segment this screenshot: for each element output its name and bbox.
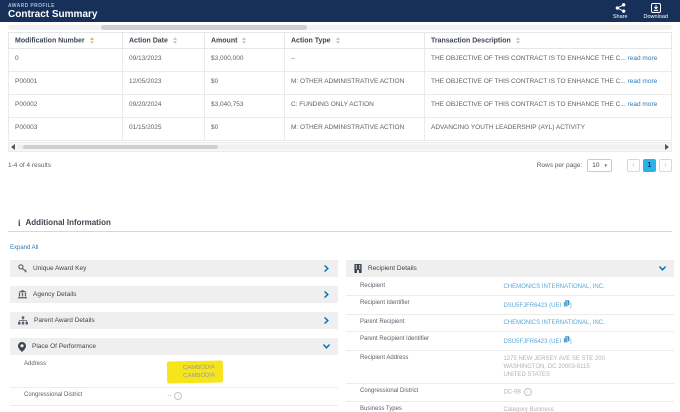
pagination-controls: Rows per page: 10 ▾ ‹ 1 › xyxy=(537,159,672,172)
chevron-down-icon xyxy=(659,265,666,272)
chevron-down-icon xyxy=(323,343,330,350)
parent-recipient-row: Parent Recipient CHEMONICS INTERNATIONAL… xyxy=(346,315,674,332)
page-title: Contract Summary xyxy=(8,9,97,20)
accordion-agency-details[interactable]: Agency Details xyxy=(10,286,338,303)
share-button[interactable]: Share xyxy=(613,3,628,20)
accordion-place-of-performance[interactable]: Place Of Performance xyxy=(10,338,338,355)
page-1-button[interactable]: 1 xyxy=(643,159,656,172)
scroll-right-arrow[interactable] xyxy=(665,144,669,150)
sitemap-icon xyxy=(18,316,28,325)
download-icon xyxy=(651,3,661,13)
chevron-right-icon xyxy=(323,265,330,272)
rows-per-page-select[interactable]: 10 ▾ xyxy=(587,159,612,172)
read-more-link[interactable]: read more xyxy=(628,55,658,62)
additional-information-title: Additional Information xyxy=(26,218,111,227)
table-row: P00001 12/05/2023 $0 M: OTHER ADMINISTRA… xyxy=(9,72,672,95)
share-label: Share xyxy=(613,14,628,20)
sort-icon-transaction-description[interactable] xyxy=(516,37,520,44)
column-header-transaction-description[interactable]: Transaction Description xyxy=(425,33,672,49)
transactions-table: Modification Number Action Date Amount A… xyxy=(8,32,672,141)
recipient-address-value: 1275 NEW JERSEY AVE SE STE 200 WASHINGTO… xyxy=(503,355,605,379)
rows-per-page-label: Rows per page: xyxy=(537,162,583,169)
banner-titles: AWARD PROFILE Contract Summary xyxy=(8,3,97,20)
parent-recipient-identifier-row: Parent Recipient Identifier DSU5FJFR6423… xyxy=(346,332,674,351)
table-top-scrollbar[interactable] xyxy=(8,25,672,30)
accordion-parent-award-details[interactable]: Parent Award Details xyxy=(10,312,338,329)
accordion-recipient-details[interactable]: Recipient Details xyxy=(346,260,674,277)
left-column: Unique Award Key Agency Details Parent A… xyxy=(10,260,338,412)
read-more-link[interactable]: read more xyxy=(628,101,658,108)
table-header-row: Modification Number Action Date Amount A… xyxy=(9,33,672,49)
column-header-action-date[interactable]: Action Date xyxy=(123,33,205,49)
column-header-modification-number[interactable]: Modification Number xyxy=(9,33,123,49)
table-bottom-scrollbar-thumb[interactable] xyxy=(23,145,217,149)
download-button[interactable]: Download xyxy=(644,3,668,20)
recipient-congressional-district-row: Congressional District DC-98i xyxy=(346,384,674,402)
copy-icon[interactable] xyxy=(563,336,570,343)
sort-icon-action-date[interactable] xyxy=(173,37,177,44)
recipient-details-panel: Recipient CHEMONICS INTERNATIONAL, INC. … xyxy=(346,279,674,412)
right-column: Recipient Details Recipient CHEMONICS IN… xyxy=(346,260,674,412)
transactions-table-section: Modification Number Action Date Amount A… xyxy=(8,25,672,152)
key-icon xyxy=(18,264,27,273)
scroll-left-arrow[interactable] xyxy=(11,144,15,150)
sort-icon-amount[interactable] xyxy=(242,37,246,44)
address-row: Address CAMBODIA CAMBODIA xyxy=(10,357,338,388)
chevron-right-icon xyxy=(323,317,330,324)
additional-information-header: i Additional Information xyxy=(8,218,672,232)
pager: ‹ 1 › xyxy=(627,159,672,172)
column-header-action-type[interactable]: Action Type xyxy=(285,33,425,49)
table-row: 0 09/13/2023 $3,000,000 -- THE OBJECTIVE… xyxy=(9,49,672,72)
table-top-scrollbar-thumb[interactable] xyxy=(101,25,307,30)
chevron-right-icon: › xyxy=(664,162,666,169)
bank-icon xyxy=(18,290,27,299)
recipient-congressional-district-value: DC-98i xyxy=(503,388,531,397)
banner-actions: Share Download xyxy=(613,3,668,20)
recipient-identifier-value: DSU5FJFR6423 (UEI ) xyxy=(503,300,571,310)
accordion-unique-award-key[interactable]: Unique Award Key xyxy=(10,260,338,277)
place-of-performance-panel: Address CAMBODIA CAMBODIA Congressional … xyxy=(10,357,338,406)
recipient-identifier-row: Recipient Identifier DSU5FJFR6423 (UEI ) xyxy=(346,296,674,315)
table-bottom-scrollbar-track[interactable] xyxy=(17,145,665,149)
recipient-link[interactable]: CHEMONICS INTERNATIONAL, INC. xyxy=(503,283,604,291)
expand-all-link[interactable]: Expand All xyxy=(10,245,38,251)
results-row: 1-4 of 4 results Rows per page: 10 ▾ ‹ 1… xyxy=(8,159,672,172)
parent-recipient-identifier-value: DSU5FJFR6423 (UEI ) xyxy=(503,336,571,346)
chevron-down-icon: ▾ xyxy=(604,163,607,169)
read-more-link[interactable]: read more xyxy=(628,78,658,85)
results-summary: 1-4 of 4 results xyxy=(8,162,51,169)
parent-recipient-link[interactable]: CHEMONICS INTERNATIONAL, INC. xyxy=(503,319,604,327)
congressional-district-row: Congressional District --i xyxy=(10,388,338,406)
info-icon[interactable]: i xyxy=(524,388,532,396)
column-header-amount[interactable]: Amount xyxy=(205,33,285,49)
chevron-right-icon xyxy=(323,291,330,298)
sort-icon-modification-number[interactable] xyxy=(90,37,94,44)
recipient-address-row: Recipient Address 1275 NEW JERSEY AVE SE… xyxy=(346,351,674,384)
congressional-district-value: --i xyxy=(167,392,182,401)
page-banner: AWARD PROFILE Contract Summary Share Dow… xyxy=(0,0,680,22)
business-types-value: Category Business Corporate Entity Not T… xyxy=(503,406,592,412)
next-page-button[interactable]: › xyxy=(659,159,672,172)
copy-icon[interactable] xyxy=(563,300,570,307)
business-types-row: Business Types Category Business Corpora… xyxy=(346,402,674,412)
sort-icon-action-type[interactable] xyxy=(336,37,340,44)
map-marker-icon xyxy=(18,342,26,352)
info-icon: i xyxy=(18,219,21,227)
info-icon[interactable]: i xyxy=(174,392,182,400)
share-icon xyxy=(615,3,626,13)
download-label: Download xyxy=(644,14,668,20)
table-row: P00003 01/15/2025 $0 M: OTHER ADMINISTRA… xyxy=(9,118,672,141)
table-bottom-scrollbar[interactable] xyxy=(8,142,672,152)
additional-information-columns: Unique Award Key Agency Details Parent A… xyxy=(10,260,674,412)
building-icon xyxy=(354,264,362,273)
recipient-row: Recipient CHEMONICS INTERNATIONAL, INC. xyxy=(346,279,674,296)
table-row: P00002 09/20/2024 $3,040,753 C: FUNDING … xyxy=(9,95,672,118)
address-label: Address xyxy=(10,361,167,367)
previous-page-button[interactable]: ‹ xyxy=(627,159,640,172)
congressional-district-label: Congressional District xyxy=(10,392,167,398)
address-value-highlighted: CAMBODIA CAMBODIA xyxy=(167,361,223,384)
chevron-left-icon: ‹ xyxy=(632,162,634,169)
